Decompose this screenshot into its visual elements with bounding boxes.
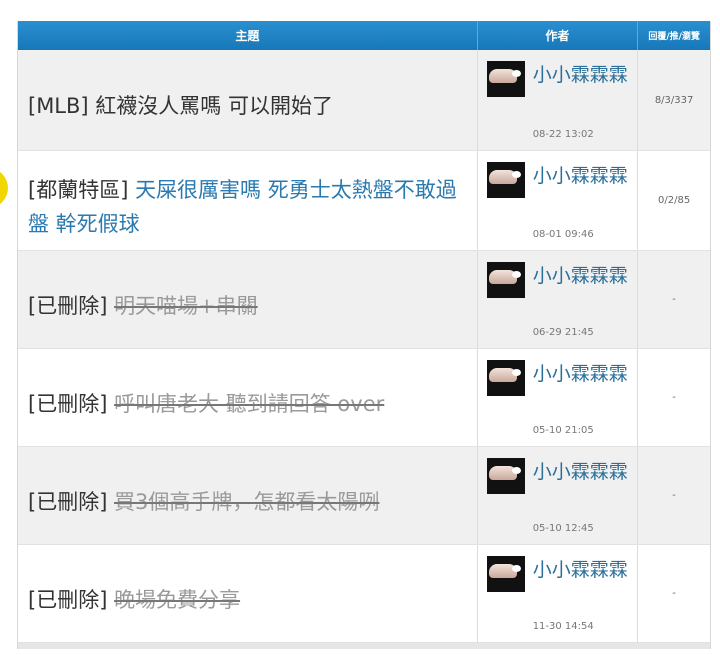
topic-subject[interactable]: [都蘭特區] 天屎很厲害嗎 死勇士太熱盤不敢過盤 幹死假球: [18, 151, 478, 250]
topic-title[interactable]: 呼叫唐老大 聽到請回答 over: [114, 392, 384, 416]
post-date: 08-01 09:46: [532, 229, 594, 240]
topic-subject[interactable]: [已刪除] 明天喵場+串關: [18, 251, 478, 348]
topic-stats: 8/3/337: [654, 94, 694, 106]
author-name[interactable]: 小小霖霖霖: [533, 161, 633, 191]
topic-tag: [MLB]: [28, 94, 96, 118]
topic-stats: -: [672, 294, 676, 305]
avatar[interactable]: [486, 556, 525, 592]
topic-author-cell: 小小霖霖霖 11-30 14:54: [478, 545, 639, 642]
topic-author-cell: 小小霖霖霖 08-01 09:46: [478, 151, 639, 250]
table-row[interactable]: [已刪除] 明天喵場+串關 小小霖霖霖 06-29 21:45 -: [18, 251, 710, 349]
topic-rows: [MLB] 紅襪沒人罵嗎 可以開始了 小小霖霖霖 08-22 13:02 8/3…: [18, 50, 710, 643]
topic-author-cell: 小小霖霖霖 06-29 21:45: [478, 251, 639, 348]
topic-stats: -: [672, 490, 676, 501]
post-date: 11-30 14:54: [532, 621, 594, 632]
avatar[interactable]: [486, 61, 525, 97]
header-author[interactable]: 作者: [478, 21, 639, 50]
topic-title[interactable]: 明天喵場+串關: [114, 294, 258, 318]
topic-tag: [已刪除]: [28, 293, 115, 318]
post-date: 06-29 21:45: [532, 327, 594, 338]
topic-author-cell: 小小霖霖霖 05-10 21:05: [478, 349, 639, 446]
table-header: 主題 作者 回覆/推/瀏覽: [18, 21, 710, 50]
topic-list-table: 主題 作者 回覆/推/瀏覽 [MLB] 紅襪沒人罵嗎 可以開始了 小小霖霖霖 0…: [17, 21, 711, 649]
topic-stats: 0/2/85: [658, 195, 691, 206]
author-name[interactable]: 小小霖霖霖: [533, 60, 633, 90]
topic-stats: -: [672, 588, 676, 599]
avatar[interactable]: [486, 162, 525, 198]
table-row[interactable]: [已刪除] 晚場免費分享 小小霖霖霖 11-30 14:54 -: [18, 545, 710, 643]
author-name[interactable]: 小小霖霖霖: [533, 457, 633, 487]
topic-title[interactable]: 晚場免費分享: [114, 588, 240, 612]
table-row[interactable]: [已刪除] 呼叫唐老大 聽到請回答 over 小小霖霖霖 05-10 21:05…: [18, 349, 710, 447]
author-name[interactable]: 小小霖霖霖: [533, 261, 633, 291]
table-row[interactable]: [都蘭特區] 天屎很厲害嗎 死勇士太熱盤不敢過盤 幹死假球 小小霖霖霖 08-0…: [18, 151, 710, 251]
topic-title[interactable]: 買3個高手牌，怎都看太陽咧: [114, 490, 379, 514]
table-bottom-border: [18, 643, 710, 649]
author-name[interactable]: 小小霖霖霖: [533, 555, 633, 585]
topic-tag: [都蘭特區]: [28, 177, 136, 202]
avatar[interactable]: [486, 458, 525, 494]
topic-tag: [已刪除]: [28, 489, 115, 514]
avatar[interactable]: [486, 262, 525, 298]
author-name[interactable]: 小小霖霖霖: [533, 359, 633, 389]
topic-subject[interactable]: [MLB] 紅襪沒人罵嗎 可以開始了: [18, 50, 478, 150]
avatar[interactable]: [486, 360, 525, 396]
topic-title[interactable]: 紅襪沒人罵嗎 可以開始了: [95, 94, 333, 118]
topic-author-cell: 小小霖霖霖 05-10 12:45: [478, 447, 639, 544]
topic-subject[interactable]: [已刪除] 買3個高手牌，怎都看太陽咧: [18, 447, 478, 544]
table-row[interactable]: [MLB] 紅襪沒人罵嗎 可以開始了 小小霖霖霖 08-22 13:02 8/3…: [18, 50, 710, 151]
side-tab-marker[interactable]: [0, 168, 8, 208]
topic-stats: -: [672, 392, 676, 403]
topic-tag: [已刪除]: [28, 587, 115, 612]
header-subject[interactable]: 主題: [18, 21, 478, 50]
topic-subject[interactable]: [已刪除] 晚場免費分享: [18, 545, 478, 642]
topic-tag: [已刪除]: [28, 391, 115, 416]
post-date: 08-22 13:02: [532, 129, 594, 140]
post-date: 05-10 21:05: [532, 425, 594, 436]
topic-subject[interactable]: [已刪除] 呼叫唐老大 聽到請回答 over: [18, 349, 478, 446]
post-date: 05-10 12:45: [532, 523, 594, 534]
header-stats[interactable]: 回覆/推/瀏覽: [638, 21, 710, 50]
table-row[interactable]: [已刪除] 買3個高手牌，怎都看太陽咧 小小霖霖霖 05-10 12:45 -: [18, 447, 710, 545]
topic-author-cell: 小小霖霖霖 08-22 13:02: [478, 50, 639, 150]
